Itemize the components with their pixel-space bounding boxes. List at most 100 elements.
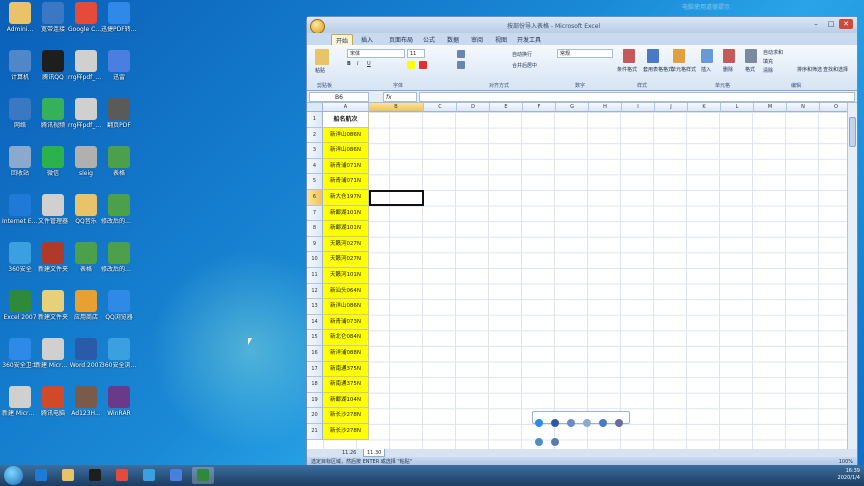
column-header[interactable]: H [589, 103, 622, 112]
row-header[interactable]: 18 [307, 377, 323, 393]
autosum-button[interactable]: 自动求和 [763, 49, 783, 56]
column-header[interactable]: C [424, 103, 457, 112]
row-header[interactable]: 10 [307, 252, 323, 268]
desktop-icon[interactable]: 回收站 [2, 146, 38, 177]
row-header[interactable]: 16 [307, 346, 323, 362]
maximize-button[interactable]: □ [824, 19, 838, 29]
desktop-icon[interactable]: sleig [68, 146, 104, 177]
row-header[interactable]: 11 [307, 268, 323, 284]
column-header[interactable]: E [490, 103, 523, 112]
row-header[interactable]: 15 [307, 330, 323, 346]
format-cells-icon[interactable] [745, 49, 757, 63]
desktop-icon[interactable]: 腾讯QQ [35, 50, 71, 81]
desktop-icon[interactable]: 新建文件夹 [35, 242, 71, 273]
align-left-icon[interactable] [457, 61, 465, 69]
sheet-tab[interactable]: 11.30 [363, 449, 386, 457]
cell-style-icon[interactable] [673, 49, 685, 63]
conditional-format-icon[interactable] [623, 49, 635, 63]
row-header[interactable]: 9 [307, 236, 323, 253]
font-name-select[interactable]: 宋体 [347, 49, 405, 58]
row-header[interactable]: 13 [307, 299, 323, 315]
start-button[interactable] [4, 466, 23, 485]
italic-button[interactable]: I [357, 61, 358, 67]
taskbar-edge-button[interactable] [138, 467, 160, 484]
column-header[interactable]: G [556, 103, 589, 112]
data-cell[interactable]: 新青浦071N [323, 158, 369, 175]
ribbon-tab[interactable]: 审阅 [467, 34, 487, 45]
desktop-icon[interactable]: 腾讯电脑 [35, 386, 71, 417]
fx-button[interactable]: fx [383, 92, 417, 102]
row-header[interactable]: 1 [307, 112, 323, 128]
data-cell[interactable]: 新青浦071N [323, 174, 369, 190]
desktop-icon[interactable]: Admini... [2, 2, 38, 33]
column-header[interactable]: L [721, 103, 754, 112]
name-box[interactable]: B6 [309, 92, 369, 102]
sheet-tab[interactable]: 11.26 [339, 449, 359, 457]
desktop-icon[interactable]: Excel 2007 [2, 290, 38, 321]
fill-button[interactable]: 填充 [763, 58, 773, 65]
desktop-icon[interactable]: 网络 [2, 98, 38, 129]
ribbon-tab[interactable]: 插入 [357, 34, 377, 45]
desktop-icon[interactable]: rrg样pdf_1a8707 [68, 98, 104, 129]
data-cell[interactable]: 新汕头064N [323, 283, 369, 300]
data-cell[interactable]: 新洋山086N [323, 299, 369, 315]
desktop-icon[interactable]: 新建文件夹 [35, 290, 71, 321]
formula-input[interactable] [419, 92, 855, 102]
desktop-icon[interactable]: 计算机 [2, 50, 38, 81]
desktop-icon[interactable]: 360安全卫士 [2, 338, 38, 369]
desktop-icon[interactable]: 360安全浏览器 [101, 338, 137, 369]
system-clock[interactable]: 16:39 2020/1/4 [838, 468, 860, 482]
title-bar[interactable]: 按部份导入表格 - Microsoft Excel – □ ✕ [307, 17, 857, 34]
desktop-icon[interactable]: 360安全 [2, 242, 38, 273]
row-header[interactable]: 14 [307, 314, 323, 331]
data-cell[interactable]: 天籁河101N [323, 268, 369, 284]
ime-logo-icon[interactable] [535, 419, 543, 427]
data-cell[interactable]: 新长沙278N [323, 424, 369, 440]
column-header[interactable]: J [655, 103, 688, 112]
minimize-button[interactable]: – [809, 19, 823, 29]
desktop-icon[interactable]: 新建 Microsoft... [35, 338, 71, 369]
column-header[interactable]: M [754, 103, 787, 112]
desktop-icon[interactable]: 表格 [101, 146, 137, 177]
row-header[interactable]: 12 [307, 283, 323, 300]
data-cell[interactable]: 新鄱湖101N [323, 205, 369, 222]
row-header[interactable]: 6 [307, 190, 323, 206]
desktop-icon[interactable]: 应用商店 [68, 290, 104, 321]
data-cell[interactable]: 新北仑084N [323, 330, 369, 346]
data-cell[interactable]: 新青浦073N [323, 314, 369, 331]
cell-area[interactable] [323, 112, 847, 449]
desktop-icon[interactable]: Internet Explorer [2, 194, 38, 225]
header-cell[interactable]: 船名航次 [323, 112, 369, 128]
desktop-icon[interactable]: QQ音乐 [68, 194, 104, 225]
column-header[interactable]: I [622, 103, 655, 112]
data-cell[interactable]: 新南通375N [323, 361, 369, 378]
desktop-icon[interactable]: rrg样pdf_1a8707 [68, 50, 104, 81]
row-header[interactable]: 7 [307, 205, 323, 222]
ribbon-tab[interactable]: 页面布局 [385, 34, 417, 45]
desktop-icon[interactable]: 表格 [68, 242, 104, 273]
font-size-select[interactable]: 11 [407, 49, 425, 58]
ribbon-tab[interactable]: 开发工具 [513, 34, 545, 45]
row-header[interactable]: 21 [307, 424, 323, 440]
data-cell[interactable]: 新鄱湖101N [323, 221, 369, 237]
data-cell[interactable]: 新鄱湖104N [323, 392, 369, 409]
data-cell[interactable]: 新洋山086N [323, 127, 369, 144]
desktop-icon[interactable]: 迅雷 [101, 50, 137, 81]
column-header[interactable]: A [323, 103, 369, 112]
desktop-icon[interactable]: 迅捷PDF转换器 [101, 2, 137, 33]
align-top-icon[interactable] [457, 50, 465, 58]
desktop-icon[interactable]: Google Chrome [68, 2, 104, 33]
office-button[interactable] [310, 19, 325, 34]
desktop-icon[interactable]: WinRAR [101, 386, 137, 417]
underline-button[interactable]: U [367, 61, 371, 67]
desktop-icon[interactable]: 修改后的合并表格 [101, 194, 137, 225]
row-header[interactable]: 2 [307, 127, 323, 144]
taskbar-folder-button[interactable] [57, 467, 79, 484]
ribbon-tab[interactable]: 数据 [443, 34, 463, 45]
data-cell[interactable]: 天籁河027N [323, 236, 369, 253]
data-cell[interactable]: 新大仓197N [323, 190, 369, 206]
ribbon-tab[interactable]: 视图 [491, 34, 511, 45]
format-cells-button[interactable]: 格式 [745, 66, 755, 73]
insert-cells-icon[interactable] [701, 49, 713, 63]
scroll-thumb[interactable] [849, 117, 856, 147]
